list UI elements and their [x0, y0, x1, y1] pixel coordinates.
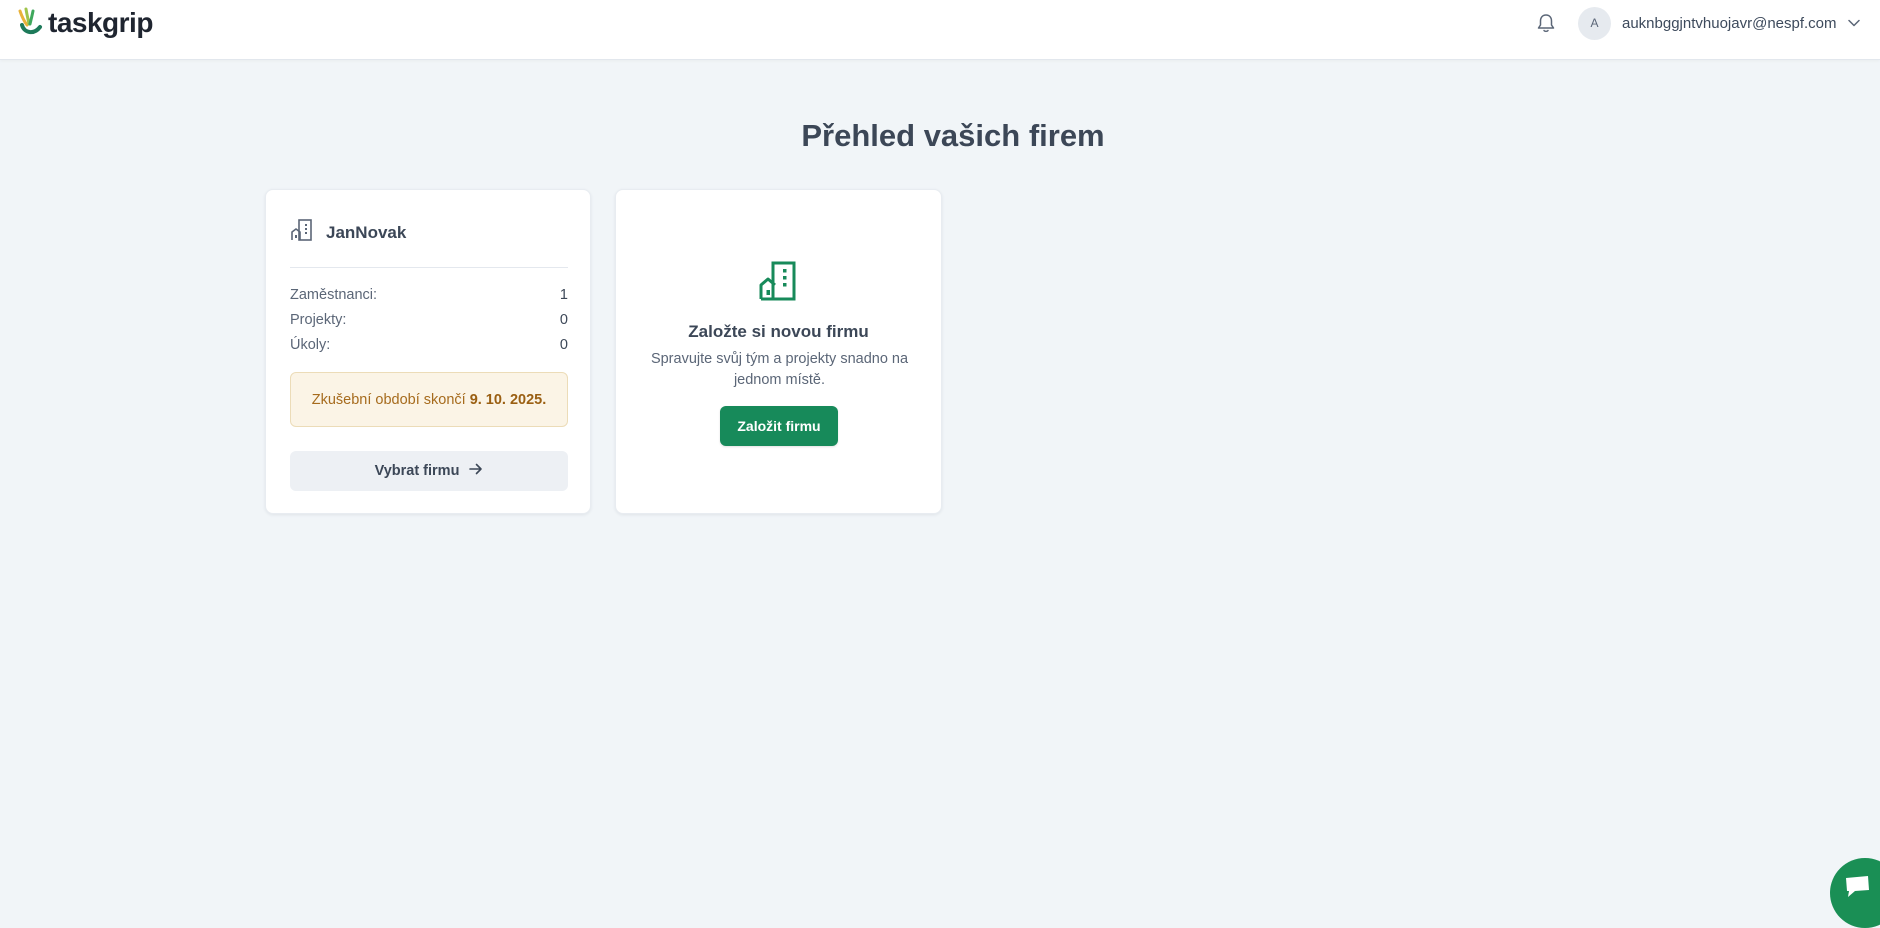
stat-label: Projekty: — [290, 312, 347, 328]
trial-text: Zkušební období skončí — [311, 391, 466, 408]
logo-icon — [16, 5, 44, 42]
stat-tasks: Úkoly: 0 — [290, 337, 568, 353]
avatar: A — [1578, 6, 1611, 40]
stat-value: 0 — [559, 312, 568, 328]
page-title: Přehled vašich firem — [801, 118, 1105, 153]
stat-value: 0 — [559, 337, 568, 353]
new-company-description: Spravujte svůj tým a projekty snadno na … — [650, 351, 909, 388]
stat-label: Zaměstnanci: — [290, 287, 378, 303]
user-menu[interactable]: A auknbggjntvhuojavr@nespf.com — [1578, 6, 1862, 40]
stat-value: 1 — [559, 287, 568, 303]
bell-icon[interactable] — [1534, 10, 1558, 36]
company-name: JanNovak — [326, 222, 407, 242]
chat-icon — [1846, 876, 1869, 897]
user-email: auknbggjntvhuojavr@nespf.com — [1622, 14, 1837, 32]
stat-projects: Projekty: 0 — [290, 312, 568, 328]
building-icon — [290, 218, 314, 247]
stat-employees: Zaměstnanci: 1 — [290, 287, 568, 303]
trial-date: 9. 10. 2025. — [469, 391, 547, 408]
select-company-button[interactable]: Vybrat firmu — [290, 451, 568, 491]
logo-text: taskgrip — [48, 7, 153, 38]
building-icon — [758, 260, 798, 307]
chat-button[interactable] — [1830, 858, 1880, 928]
create-company-button[interactable]: Založit firmu — [720, 406, 838, 446]
divider — [290, 267, 568, 268]
top-bar: taskgrip A auknbggjntvhuojavr@nespf.com — [0, 0, 1880, 60]
arrow-right-icon — [469, 463, 483, 479]
select-company-label: Vybrat firmu — [374, 463, 460, 479]
company-card: JanNovak Zaměstnanci: 1 Projekty: 0 Úkol… — [265, 189, 591, 514]
stat-label: Úkoly: — [290, 337, 331, 353]
trial-notice: Zkušební období skončí 9. 10. 2025. — [290, 372, 568, 427]
new-company-card: Založte si novou firmu Spravujte svůj tý… — [615, 189, 942, 514]
chevron-down-icon — [1847, 16, 1862, 30]
logo[interactable]: taskgrip — [16, 6, 153, 40]
new-company-title: Založte si novou firmu — [688, 322, 869, 341]
